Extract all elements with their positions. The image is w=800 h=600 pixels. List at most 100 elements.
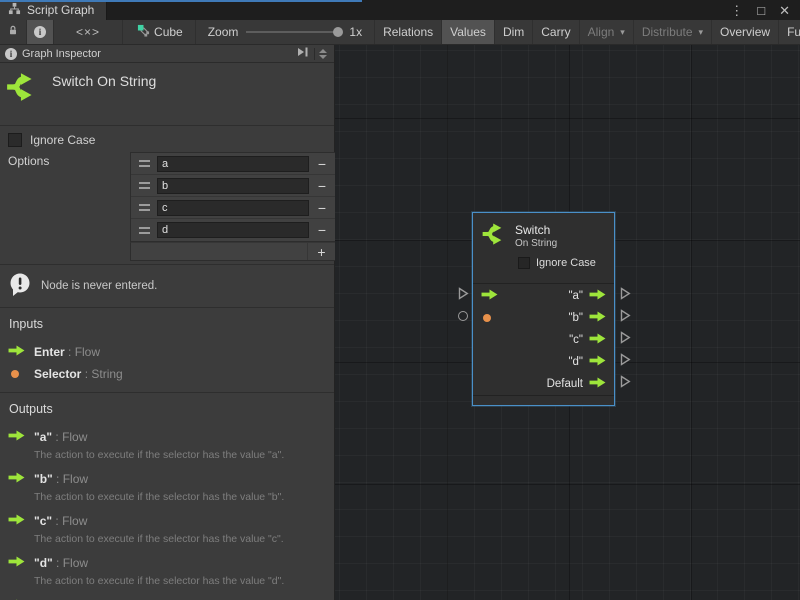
switch-node-icon (481, 221, 507, 252)
flow-arrow-icon (8, 470, 25, 488)
output-row-d: "d" : Flow (0, 551, 334, 575)
remove-option-button[interactable]: − (309, 219, 335, 241)
option-input[interactable] (157, 156, 309, 172)
code-view-button[interactable]: <×> (54, 20, 123, 44)
output-desc-d: The action to execute if the selector ha… (0, 575, 334, 593)
output-desc-b: The action to execute if the selector ha… (0, 491, 334, 509)
enter-flow-port-icon[interactable] (481, 287, 498, 305)
output-port-connector-default[interactable] (620, 375, 631, 393)
drag-handle-icon[interactable] (131, 160, 157, 167)
switch-on-string-node[interactable]: Switch On String Ignore Case "a" (472, 212, 615, 406)
port-row-c: "c" (473, 329, 614, 351)
output-port-connector-d[interactable] (620, 353, 631, 371)
flow-arrow-icon[interactable] (589, 377, 606, 391)
script-graph-window: Script Graph ⋮ □ ✕ i <×> Cube Zoom (0, 0, 800, 600)
switch-node-icon (5, 70, 39, 109)
selector-port-icon[interactable] (483, 314, 491, 322)
input-row-enter: Enter : Flow (0, 340, 334, 364)
tab-bar: Script Graph ⋮ □ ✕ (0, 0, 800, 20)
zoom-slider-handle[interactable] (333, 27, 343, 37)
graph-target-button[interactable]: Cube (123, 20, 196, 44)
flow-arrow-icon[interactable] (589, 311, 606, 325)
dim-button[interactable]: Dim (495, 20, 533, 44)
warning-text: Node is never entered. (41, 280, 157, 292)
zoom-slider[interactable] (246, 31, 341, 33)
output-port-connector-b[interactable] (620, 309, 631, 327)
chevron-down-icon: ▾ (620, 27, 625, 38)
maximize-icon[interactable]: □ (757, 4, 765, 17)
node-title: Switch On String (52, 70, 156, 89)
inspector-header: i Graph Inspector (0, 45, 334, 63)
flow-arrow-icon (8, 554, 25, 572)
carry-button[interactable]: Carry (533, 20, 579, 44)
string-value-icon (11, 370, 19, 378)
port-label-b: "b" (568, 312, 583, 324)
ignore-case-checkbox[interactable] (8, 133, 22, 147)
window-menu-icon[interactable]: ⋮ (730, 4, 743, 17)
arrow-down-icon (319, 55, 327, 59)
node-ignore-case-label: Ignore Case (536, 257, 596, 269)
window-controls: ⋮ □ ✕ (730, 0, 800, 20)
focus-accent-line (0, 0, 362, 2)
option-row: − (131, 175, 335, 197)
info-icon: i (34, 26, 46, 38)
selector-port-connector[interactable] (458, 311, 468, 321)
option-input[interactable] (157, 200, 309, 216)
port-label-d: "d" (568, 356, 583, 368)
add-option-button[interactable]: + (307, 243, 335, 260)
flow-arrow-icon[interactable] (589, 355, 606, 369)
port-row-d: "d" (473, 351, 614, 373)
overview-button[interactable]: Overview (712, 20, 779, 44)
output-port-connector-a[interactable] (620, 287, 631, 305)
output-desc-a: The action to execute if the selector ha… (0, 449, 334, 467)
panel-scroll-spinner[interactable] (314, 48, 331, 60)
options-label: Options (8, 152, 130, 168)
options-list: − − − (130, 152, 336, 261)
output-row-default: Default : Flow (0, 594, 334, 600)
flow-arrow-icon[interactable] (589, 289, 606, 303)
dock-panel-icon[interactable] (296, 46, 310, 61)
port-row-enter-a: "a" (473, 285, 614, 307)
node-footer (473, 395, 614, 408)
relations-button[interactable]: Relations (375, 20, 442, 44)
flow-arrow-icon (8, 597, 25, 600)
tab-script-graph[interactable]: Script Graph (0, 0, 107, 20)
graph-toolbar: i <×> Cube Zoom 1x Relations Values Dim … (0, 20, 800, 45)
node-title-section: Switch On String (0, 63, 334, 126)
port-row-selector-b: "b" (473, 307, 614, 329)
option-input[interactable] (157, 178, 309, 194)
port-label-default: Default (547, 378, 583, 390)
lock-button[interactable] (0, 20, 27, 44)
node-header: Switch On String Ignore Case (473, 213, 614, 283)
fullscreen-button[interactable]: Full Screen (779, 20, 800, 44)
inputs-header: Inputs (0, 317, 334, 340)
flow-arrow-icon (8, 343, 25, 361)
output-row-c: "c" : Flow (0, 509, 334, 533)
drag-handle-icon[interactable] (131, 227, 157, 234)
node-properties-section: Ignore Case Options − (0, 126, 334, 265)
drag-handle-icon[interactable] (131, 204, 157, 211)
drag-handle-icon[interactable] (131, 182, 157, 189)
node-ignore-case-checkbox[interactable] (518, 257, 530, 269)
inspector-toggle-button[interactable]: i (27, 20, 54, 44)
align-dropdown[interactable]: Align ▾ (580, 20, 634, 44)
remove-option-button[interactable]: − (309, 175, 335, 197)
values-button[interactable]: Values (442, 20, 495, 44)
option-input[interactable] (157, 222, 309, 238)
output-row-b: "b" : Flow (0, 467, 334, 491)
lock-icon (7, 24, 19, 40)
output-port-connector-c[interactable] (620, 331, 631, 349)
graph-canvas[interactable]: Switch On String Ignore Case "a" (335, 45, 800, 600)
remove-option-button[interactable]: − (309, 153, 335, 175)
graph-inspector-panel: i Graph Inspector Switch On String (0, 45, 335, 600)
distribute-dropdown[interactable]: Distribute ▾ (634, 20, 712, 44)
node-title: Switch (515, 223, 557, 237)
enter-port-connector[interactable] (458, 287, 469, 305)
tab-title: Script Graph (27, 3, 94, 17)
option-row: − (131, 197, 335, 219)
zoom-label: Zoom (208, 25, 239, 39)
close-icon[interactable]: ✕ (779, 4, 790, 17)
remove-option-button[interactable]: − (309, 197, 335, 219)
flow-arrow-icon[interactable] (589, 333, 606, 347)
output-row-a: "a" : Flow (0, 425, 334, 449)
